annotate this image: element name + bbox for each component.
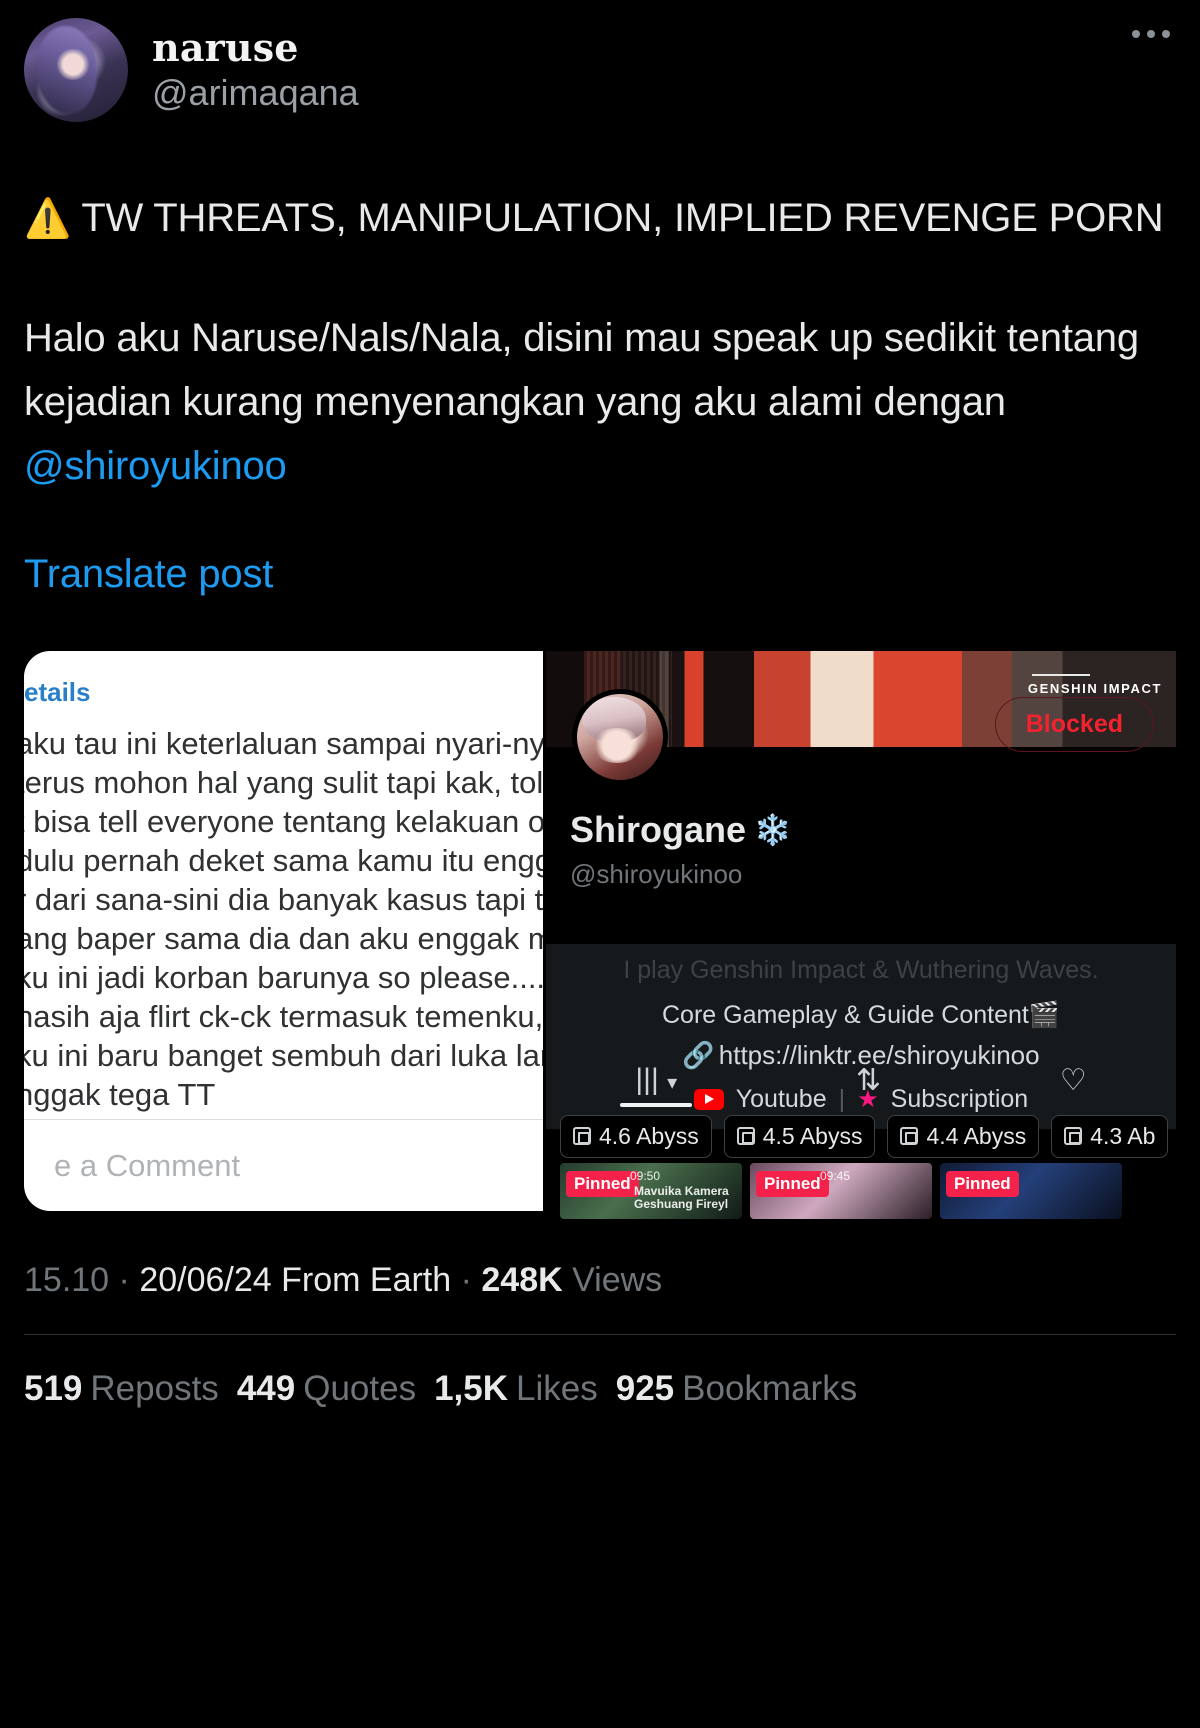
tweet-date: 20/06/24 (139, 1261, 272, 1299)
author-name-block: naruse @arimaqana (152, 28, 359, 112)
pinned-badge: Pinned (756, 1171, 829, 1197)
tab-likes-label: ♡ (1059, 1063, 1087, 1097)
collection-icon (736, 1127, 755, 1145)
meta-sep-1: · (109, 1261, 140, 1299)
tab-reposts-label: ⇅ (855, 1063, 881, 1097)
comment-line: terus mohon hal yang sulit tapi kak, tol… (24, 765, 543, 801)
tweet-meta: 15.10 · 20/06/24 From Earth · 248K Views (0, 1261, 1200, 1300)
chevron-down-icon: ▾ (667, 1072, 678, 1094)
likes-label: Likes (516, 1369, 598, 1408)
user-handle[interactable]: @arimaqana (152, 74, 359, 112)
profile-name-text: Shirogane (570, 809, 747, 850)
tweet-header: naruse @arimaqana (0, 0, 1200, 122)
abyss-pill[interactable]: 4.6 Abyss (560, 1114, 712, 1158)
views-label: Views (562, 1261, 663, 1299)
bio-line: Core Gameplay & Guide Content🎬 (662, 1001, 1060, 1029)
comment-input[interactable]: e a Comment (54, 1148, 240, 1184)
meta-divider (24, 1334, 1176, 1335)
genshin-impact-logo: GENSHIN IMPACT (1027, 674, 1162, 696)
abyss-pill-label: 4.3 Ab (1090, 1122, 1156, 1149)
comment-text: aku tau ini keterlaluan sampai nyari-nya… (24, 724, 543, 1114)
avatar[interactable] (24, 18, 128, 122)
tab-grid[interactable]: ||| ▾ (620, 1063, 693, 1107)
tweet-text: ⚠️ TW THREATS, MANIPULATION, IMPLIED REV… (0, 186, 1200, 498)
content-warning-text: TW THREATS, MANIPULATION, IMPLIED REVENG… (81, 196, 1164, 240)
comment-line: r dari sana-sini dia banyak kasus tapi t… (24, 882, 543, 918)
abyss-pill[interactable]: 4.3 Ab (1051, 1114, 1169, 1158)
bookmarks-stat[interactable]: 925 Bookmarks (616, 1369, 857, 1409)
profile-handle: @shiroyukinoo (570, 859, 743, 889)
collection-icon (1064, 1127, 1083, 1145)
tweet-paragraph-text: Halo aku Naruse/Nals/Nala, disini mau sp… (24, 316, 1139, 424)
more-options-icon[interactable] (1132, 30, 1170, 38)
tab-active-underline (620, 1103, 693, 1107)
abyss-pill[interactable]: 4.5 Abyss (723, 1114, 876, 1158)
profile-display-name: Shirogane ❄️ (570, 809, 791, 851)
media-image-right[interactable]: GENSHIN IMPACT Blocked Shirogane ❄️ @shi… (546, 629, 1176, 1219)
comment-line: ang baper sama dia dan aku enggak mau (24, 921, 543, 957)
views-count: 248K (481, 1261, 563, 1299)
abyss-pill-label: 4.5 Abyss (762, 1122, 863, 1149)
pinned-video-card[interactable]: Pinned (940, 1163, 1122, 1219)
likes-value: 1,5K (434, 1369, 509, 1408)
pinned-meta: 09:45 (820, 1169, 851, 1183)
media-image-left[interactable]: etails aku tau ini keterlaluan sampai ny… (24, 629, 543, 1219)
pinned-title: Mavuika Kamera Geshuang Fireyl (634, 1184, 729, 1212)
tweet-time: 15.10 (24, 1261, 110, 1299)
tweet-paragraph: Halo aku Naruse/Nals/Nala, disini mau sp… (24, 306, 1176, 498)
meta-sep-2: · (451, 1261, 482, 1299)
likes-stat[interactable]: 1,5K Likes (434, 1369, 598, 1409)
comment-line: nggak tega TT (24, 1077, 216, 1113)
comment-line: aku tau ini keterlaluan sampai nyari-nya… (24, 726, 543, 761)
tweet-screen: naruse @arimaqana ⚠️ TW THREATS, MANIPUL… (0, 0, 1200, 1728)
tweet-location: From Earth (271, 1261, 452, 1299)
quotes-stat[interactable]: 449 Quotes (237, 1369, 416, 1409)
snowflake-icon: ❄️ (754, 813, 792, 847)
content-warning-line: ⚠️ TW THREATS, MANIPULATION, IMPLIED REV… (24, 186, 1176, 250)
abyss-pill[interactable]: 4.4 Abyss (887, 1114, 1040, 1158)
bio-faded-line: I play Genshin Impact & Wuthering Waves. (623, 956, 1099, 984)
details-label: etails (24, 677, 91, 707)
quotes-label: Quotes (303, 1369, 417, 1408)
pinned-video-card[interactable]: Pinned 09:45 (750, 1163, 932, 1219)
engagement-counts: 519 Reposts 449 Quotes 1,5K Likes 925 Bookma… (0, 1369, 1200, 1409)
bookmarks-value: 925 (615, 1369, 675, 1408)
abyss-pill-label: 4.6 Abyss (599, 1122, 699, 1149)
reposts-label: Reposts (90, 1369, 219, 1408)
collection-icon (573, 1127, 591, 1145)
bookmarks-label: Bookmarks (682, 1369, 858, 1408)
comment-line: ku ini baru banget sembuh dari luka lama (24, 1038, 543, 1074)
tab-grid-label: ||| (635, 1063, 659, 1096)
reposts-stat[interactable]: 519 Reposts (24, 1369, 219, 1409)
comment-line: hasih aja flirt ck-ck termasuk temenku, (24, 999, 543, 1035)
profile-avatar[interactable] (572, 689, 668, 785)
pinned-video-card[interactable]: Pinned 09:50 Mavuika Kamera Geshuang Fir… (560, 1163, 742, 1219)
pinned-meta: 09:50 (630, 1169, 661, 1183)
abyss-pill-row: 4.6 Abyss 4.5 Abyss 4.4 Abyss 4.3 Ab (546, 1111, 1176, 1161)
pinned-badge: Pinned (566, 1171, 639, 1197)
display-name[interactable]: naruse (152, 28, 359, 68)
comment-line: ku ini jadi korban barunya so please....… (24, 960, 543, 996)
media-gallery: etails aku tau ini keterlaluan sampai ny… (24, 629, 1176, 1219)
quotes-value: 449 (236, 1369, 296, 1408)
tab-likes[interactable]: ♡ (1060, 1063, 1087, 1098)
mention-link[interactable]: @shiroyukinoo (24, 444, 287, 488)
comment-card-body: etails aku tau ini keterlaluan sampai ny… (24, 651, 543, 1114)
abyss-pill-label: 4.4 Abyss (926, 1122, 1027, 1149)
pinned-videos-row: Pinned 09:50 Mavuika Kamera Geshuang Fir… (546, 1163, 1176, 1219)
comment-line: dulu pernah deket sama kamu itu enggak (24, 843, 543, 879)
comment-screenshot-card: etails aku tau ini keterlaluan sampai ny… (24, 651, 543, 1211)
translate-post-link[interactable]: Translate post (0, 552, 1200, 597)
tab-reposts[interactable]: ⇅ (856, 1063, 881, 1098)
blocked-button[interactable]: Blocked (994, 697, 1154, 752)
comment-line: t bisa tell everyone tentang kelakuan or… (24, 804, 543, 840)
collection-icon (900, 1127, 919, 1145)
comment-input-row: e a Comment Su (24, 1119, 543, 1211)
warning-icon: ⚠️ (24, 198, 72, 240)
pinned-badge: Pinned (946, 1171, 1019, 1197)
profile-tabbar: ||| ▾ ⇅ ♡ (546, 1053, 1176, 1107)
reposts-value: 519 (24, 1369, 83, 1408)
